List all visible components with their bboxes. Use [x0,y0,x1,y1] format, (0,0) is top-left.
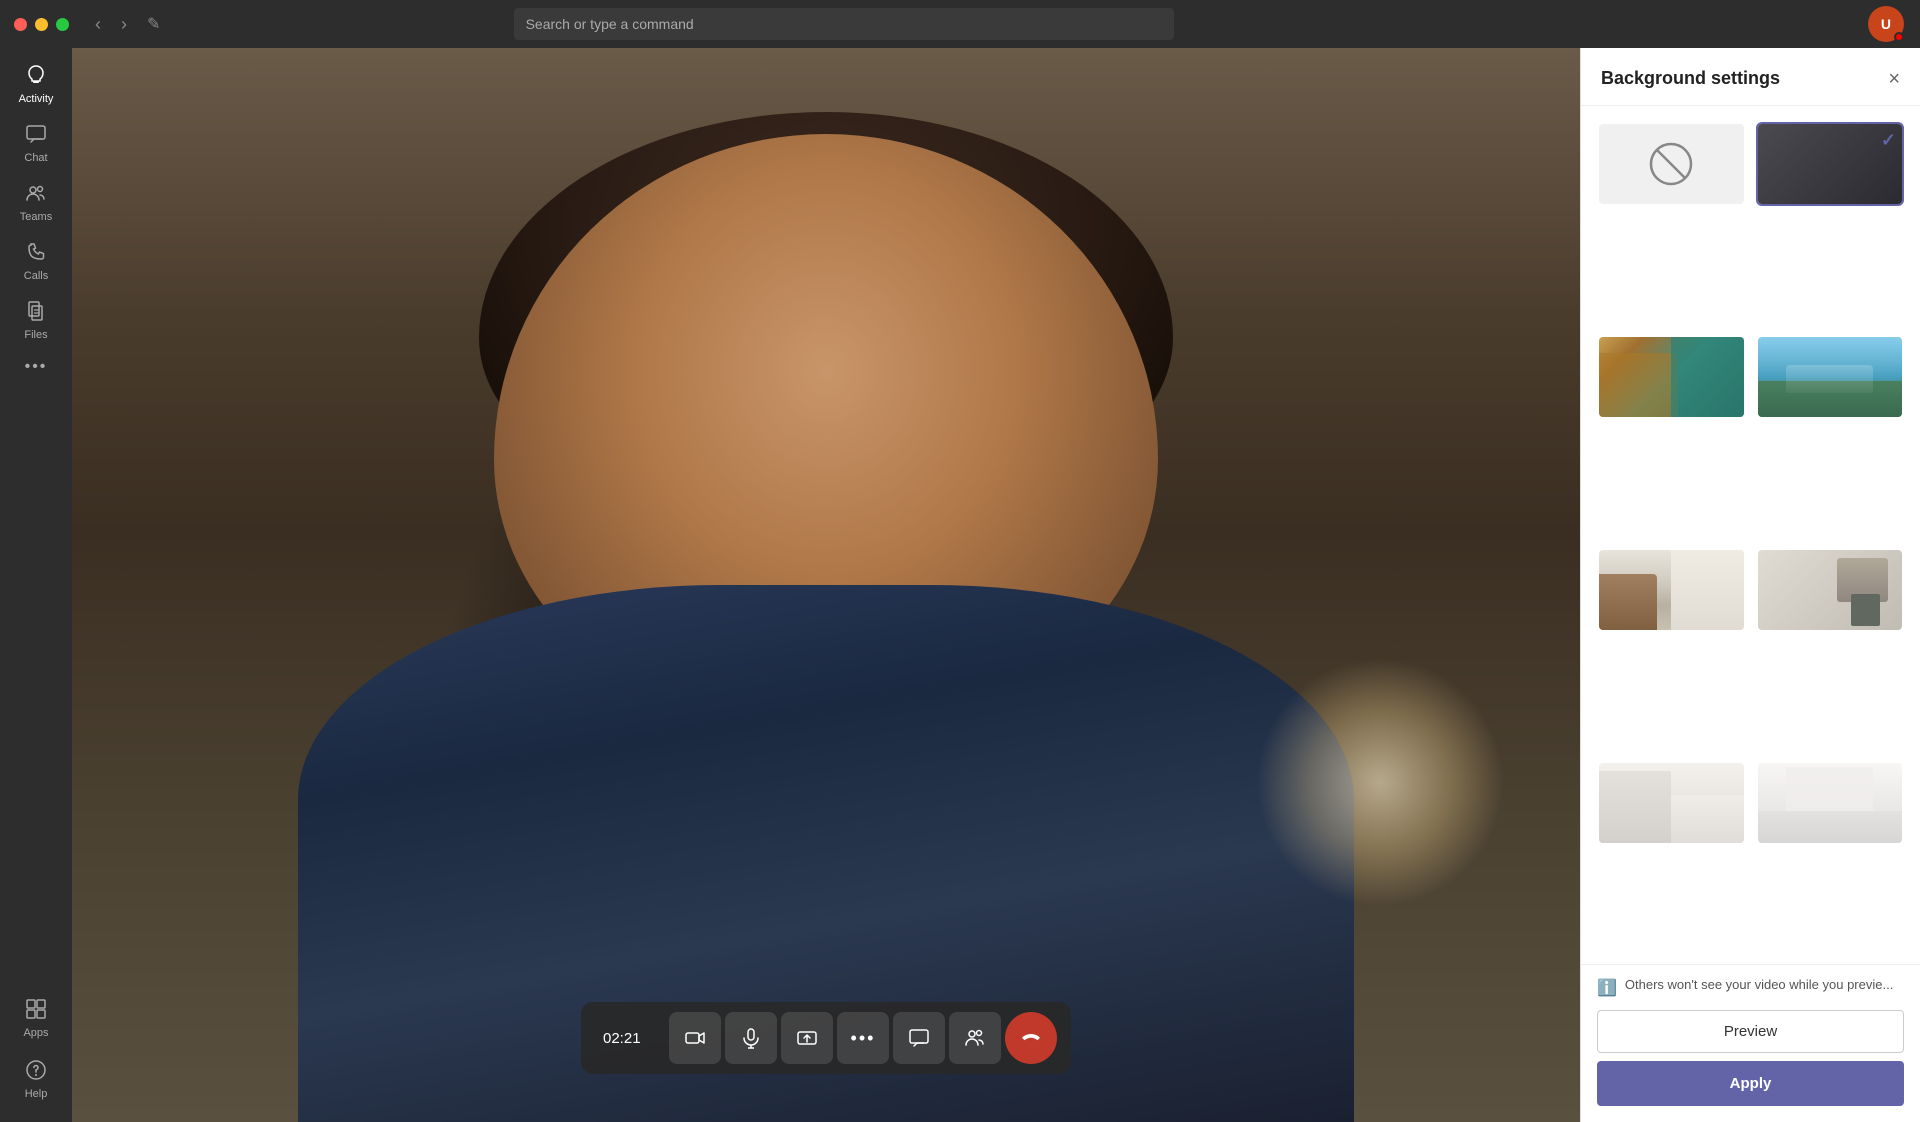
info-icon: ℹ️ [1597,978,1617,998]
bg-office-preview [1599,337,1744,417]
sidebar-label-teams: Teams [20,211,52,223]
bg-settings-panel: Background settings × ✓ [1580,48,1920,1122]
sidebar-label-activity: Activity [19,93,54,105]
info-row: ℹ️ Others won't see your video while you… [1597,977,1904,998]
white2-floor [1758,811,1903,843]
sidebar-item-activity[interactable]: Activity [2,56,70,113]
bg-option-room1[interactable] [1597,548,1746,632]
sidebar-label-help: Help [25,1088,48,1100]
activity-icon [25,64,47,90]
bg-city-preview [1758,337,1903,417]
share-button[interactable] [781,1012,833,1064]
bg-option-dark[interactable]: ✓ [1756,122,1905,206]
sidebar-item-help[interactable]: Help [2,1051,70,1108]
video-glow [1255,657,1505,907]
office-wall [1671,337,1743,417]
avatar-initials: U [1881,16,1891,32]
camera-button[interactable] [669,1012,721,1064]
mic-button[interactable] [725,1012,777,1064]
sidebar-item-apps[interactable]: Apps [2,990,70,1047]
video-feed [72,48,1580,1122]
user-status [1894,32,1904,42]
search-placeholder: Search or type a command [526,16,694,32]
minimize-button[interactable] [35,18,48,31]
bg-option-none[interactable] [1597,122,1746,206]
participants-button[interactable] [949,1012,1001,1064]
bg-option-white1[interactable] [1597,761,1746,845]
bg-dark-preview: ✓ [1758,124,1903,204]
preview-button[interactable]: Preview [1597,1010,1904,1053]
sidebar-item-more[interactable]: ••• [2,351,70,383]
bg-panel-footer: ℹ️ Others won't see your video while you… [1581,964,1920,1122]
compose-button[interactable]: ✎ [141,10,166,38]
sidebar-label-apps: Apps [23,1027,48,1039]
maximize-button[interactable] [56,18,69,31]
call-controls: 02:21 ••• [581,1002,1071,1074]
sidebar: Activity Chat Teams Calls [0,48,72,1122]
window-controls [14,18,69,31]
more-dots: ••• [851,1028,876,1049]
no-background-icon [1646,139,1696,189]
calls-icon [25,241,47,267]
sidebar-label-chat: Chat [24,152,47,164]
office-shelf [1599,353,1678,417]
city-building [1786,365,1873,393]
bg-options-grid: ✓ [1581,106,1920,964]
bg-panel-close-button[interactable]: × [1888,69,1900,89]
bg-room2-preview [1758,550,1903,630]
more-icon: ••• [25,359,48,375]
sidebar-item-calls[interactable]: Calls [2,233,70,290]
help-icon [25,1059,47,1085]
room2-plant [1851,594,1880,626]
bg-white2-preview [1758,763,1903,843]
more-options-button[interactable]: ••• [837,1012,889,1064]
chat-icon [25,123,47,149]
sidebar-label-calls: Calls [24,270,48,282]
selected-checkmark: ✓ [1881,130,1896,151]
bg-panel-header: Background settings × [1581,48,1920,106]
sidebar-item-files[interactable]: Files [2,292,70,349]
user-avatar[interactable]: U [1868,6,1904,42]
white1-left [1599,771,1671,843]
search-bar[interactable]: Search or type a command [514,8,1174,40]
sidebar-label-files: Files [24,329,47,341]
close-button[interactable] [14,18,27,31]
bg-none-preview [1599,124,1744,204]
call-timer: 02:21 [595,1030,665,1047]
bg-white1-preview [1599,763,1744,843]
chat-button[interactable] [893,1012,945,1064]
sidebar-item-teams[interactable]: Teams [2,174,70,231]
nav-controls: ‹ › ✎ [89,10,166,39]
room1-door [1599,574,1657,630]
bg-room1-preview [1599,550,1744,630]
apply-button[interactable]: Apply [1597,1061,1904,1106]
white2-bed [1786,767,1873,811]
end-call-button[interactable] [1005,1012,1057,1064]
bg-panel-title: Background settings [1601,68,1780,89]
apps-icon [25,998,47,1024]
titlebar: ‹ › ✎ Search or type a command U [0,0,1920,48]
bg-option-office[interactable] [1597,335,1746,419]
video-area: 02:21 ••• [72,48,1580,1122]
files-icon [25,300,47,326]
teams-icon [25,182,47,208]
info-text: Others won't see your video while you pr… [1625,977,1893,992]
room1-wall [1671,550,1743,630]
white1-right [1671,795,1743,843]
titlebar-right: U [1868,6,1904,42]
bg-option-room2[interactable] [1756,548,1905,632]
bg-option-white2[interactable] [1756,761,1905,845]
forward-button[interactable]: › [115,10,133,39]
sidebar-item-chat[interactable]: Chat [2,115,70,172]
back-button[interactable]: ‹ [89,10,107,39]
bg-option-city[interactable] [1756,335,1905,419]
